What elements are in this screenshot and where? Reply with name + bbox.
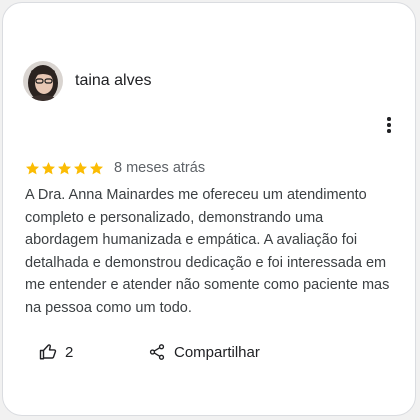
share-label: Compartilhar — [174, 343, 260, 361]
share-button[interactable]: Compartilhar — [148, 343, 260, 361]
like-count: 2 — [65, 343, 74, 361]
thumbs-up-icon — [39, 344, 57, 360]
star-icon — [42, 161, 55, 174]
star-icon — [74, 161, 87, 174]
share-icon — [149, 344, 165, 360]
review-date: 8 meses atrás — [114, 160, 206, 176]
author-name[interactable]: taina alves — [75, 72, 152, 90]
avatar-photo — [23, 61, 63, 101]
review-text: A Dra. Anna Mainardes me ofereceu um ate… — [25, 187, 390, 316]
avatar[interactable] — [23, 61, 63, 101]
star-icon — [58, 161, 71, 174]
star-icon — [90, 161, 103, 174]
star-rating — [25, 161, 104, 176]
like-button[interactable]: 2 — [39, 343, 73, 361]
review-card: taina alves 8 meses atrás A Dra. Anna Ma… — [2, 2, 416, 416]
more-vert-icon[interactable] — [383, 117, 395, 137]
rating-row: 8 meses atrás — [25, 160, 205, 176]
star-icon — [26, 161, 39, 174]
